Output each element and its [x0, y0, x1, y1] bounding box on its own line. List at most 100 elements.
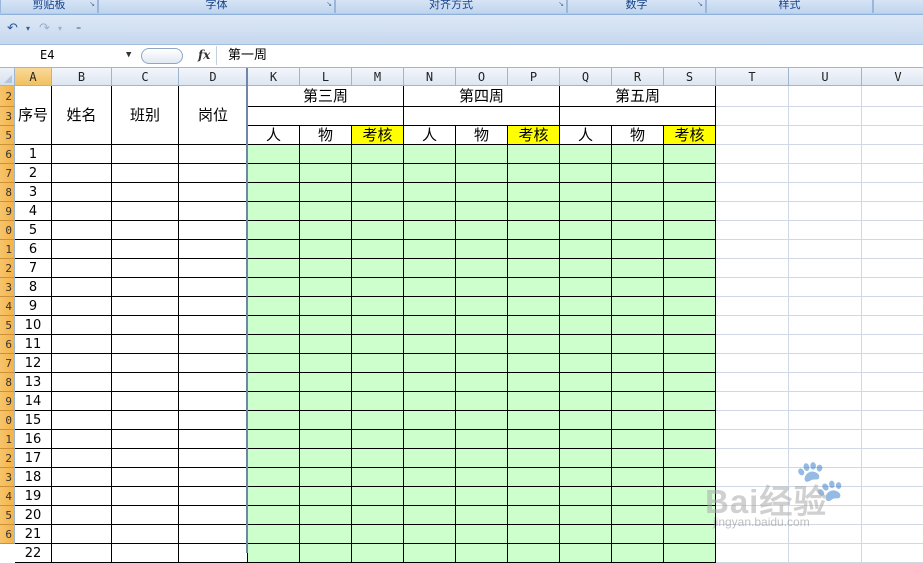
data-cell[interactable] — [352, 240, 404, 259]
data-cell[interactable] — [179, 259, 248, 278]
data-cell[interactable] — [456, 335, 508, 354]
data-cell[interactable] — [248, 430, 300, 449]
data-cell[interactable] — [560, 430, 612, 449]
data-cell[interactable] — [179, 468, 248, 487]
redo-icon[interactable]: ↷ — [39, 21, 50, 36]
data-cell[interactable] — [352, 449, 404, 468]
data-cell[interactable] — [52, 354, 112, 373]
data-cell[interactable] — [508, 183, 560, 202]
ribbon-group-clipboard[interactable]: 剪贴板 ↘ — [0, 0, 98, 13]
data-cell[interactable] — [300, 278, 352, 297]
data-cell[interactable] — [52, 259, 112, 278]
data-cell[interactable] — [52, 202, 112, 221]
data-cell[interactable] — [300, 430, 352, 449]
empty-cell[interactable] — [789, 86, 862, 107]
data-cell[interactable] — [508, 392, 560, 411]
data-cell[interactable] — [404, 183, 456, 202]
data-cell[interactable] — [179, 240, 248, 259]
data-cell[interactable] — [664, 335, 716, 354]
column-header[interactable]: R — [612, 68, 664, 86]
data-cell[interactable] — [560, 183, 612, 202]
header-week4[interactable]: 第四周 — [404, 86, 560, 107]
data-cell[interactable] — [52, 297, 112, 316]
data-cell[interactable] — [52, 506, 112, 525]
data-cell[interactable] — [179, 278, 248, 297]
data-cell[interactable] — [52, 430, 112, 449]
data-cell[interactable] — [560, 468, 612, 487]
row-header[interactable]: 5 — [0, 506, 15, 525]
data-cell[interactable] — [404, 202, 456, 221]
data-cell[interactable] — [300, 354, 352, 373]
data-cell[interactable] — [560, 411, 612, 430]
data-cell[interactable] — [560, 278, 612, 297]
data-cell[interactable] — [560, 544, 612, 563]
empty-cell[interactable] — [789, 145, 862, 164]
dialog-launcher-icon[interactable]: ↘ — [697, 0, 703, 8]
data-cell[interactable] — [352, 468, 404, 487]
serial-cell[interactable]: 14 — [15, 392, 52, 411]
data-cell[interactable] — [352, 278, 404, 297]
empty-cell[interactable] — [716, 145, 789, 164]
data-cell[interactable] — [300, 202, 352, 221]
formula-input[interactable]: 第一周 — [216, 46, 923, 65]
row-header[interactable]: 3 — [0, 278, 15, 297]
data-cell[interactable] — [352, 487, 404, 506]
data-cell[interactable] — [52, 221, 112, 240]
row-header[interactable]: 9 — [0, 392, 15, 411]
data-cell[interactable] — [404, 259, 456, 278]
empty-cell[interactable] — [789, 126, 862, 145]
data-cell[interactable] — [404, 145, 456, 164]
data-cell[interactable] — [664, 354, 716, 373]
chevron-down-icon[interactable]: ▼ — [126, 46, 131, 65]
column-header[interactable]: B — [52, 68, 112, 86]
data-cell[interactable] — [508, 202, 560, 221]
data-cell[interactable] — [456, 259, 508, 278]
column-header[interactable]: S — [664, 68, 716, 86]
data-cell[interactable] — [664, 392, 716, 411]
data-cell[interactable] — [508, 278, 560, 297]
empty-cell[interactable] — [862, 86, 923, 107]
data-cell[interactable] — [179, 145, 248, 164]
data-cell[interactable] — [352, 411, 404, 430]
data-cell[interactable] — [508, 259, 560, 278]
data-cell[interactable] — [508, 240, 560, 259]
data-cell[interactable] — [179, 202, 248, 221]
empty-cell[interactable] — [789, 240, 862, 259]
row-header[interactable]: 7 — [0, 164, 15, 183]
empty-cell[interactable] — [716, 183, 789, 202]
data-cell[interactable] — [248, 449, 300, 468]
data-cell[interactable] — [352, 430, 404, 449]
data-cell[interactable] — [248, 392, 300, 411]
data-cell[interactable] — [456, 392, 508, 411]
data-cell[interactable] — [664, 145, 716, 164]
data-cell[interactable] — [52, 145, 112, 164]
data-cell[interactable] — [612, 525, 664, 544]
data-cell[interactable] — [179, 506, 248, 525]
empty-cell[interactable] — [716, 392, 789, 411]
data-cell[interactable] — [404, 240, 456, 259]
data-cell[interactable] — [179, 487, 248, 506]
data-cell[interactable] — [612, 297, 664, 316]
data-cell[interactable] — [52, 468, 112, 487]
data-cell[interactable] — [248, 354, 300, 373]
data-cell[interactable] — [352, 297, 404, 316]
data-cell[interactable] — [179, 411, 248, 430]
subheader-ren[interactable]: 人 — [404, 126, 456, 145]
data-cell[interactable] — [179, 392, 248, 411]
serial-cell[interactable]: 18 — [15, 468, 52, 487]
row-header[interactable]: 7 — [0, 354, 15, 373]
empty-cell[interactable] — [716, 373, 789, 392]
formula-resize-handle[interactable] — [141, 48, 183, 64]
data-cell[interactable] — [404, 297, 456, 316]
subheader-ren[interactable]: 人 — [248, 126, 300, 145]
data-cell[interactable] — [664, 430, 716, 449]
column-header[interactable]: A — [15, 68, 52, 86]
data-cell[interactable] — [112, 297, 179, 316]
customize-toolbar-icon[interactable]: ₌ — [76, 22, 81, 33]
empty-cell[interactable] — [862, 202, 923, 221]
header-xuhao[interactable]: 序号 — [15, 86, 52, 145]
data-cell[interactable] — [352, 145, 404, 164]
data-cell[interactable] — [508, 316, 560, 335]
empty-cell[interactable] — [862, 430, 923, 449]
data-cell[interactable] — [179, 221, 248, 240]
